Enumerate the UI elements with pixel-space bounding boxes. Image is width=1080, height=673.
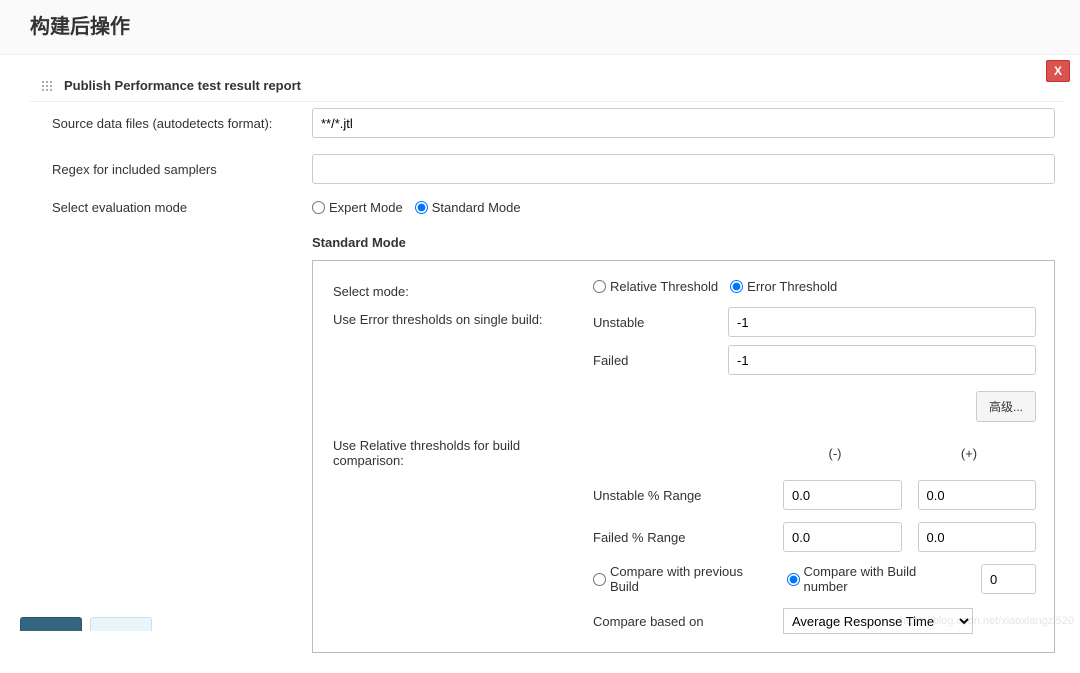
footer-tabs [20,617,152,631]
failed-range-row: Failed % Range [333,522,1036,552]
regex-row: Regex for included samplers [52,154,1055,184]
standard-mode-panel: Select mode: Relative Threshold Error Th… [312,260,1055,653]
error-threshold-label: Error Threshold [747,279,837,294]
section-title: Publish Performance test result report [64,78,301,93]
error-thresholds-row: Use Error thresholds on single build: Un… [333,307,1036,383]
error-thresholds-label: Use Error thresholds on single build: [333,307,593,327]
regex-label: Regex for included samplers [52,162,312,177]
standard-mode-radio[interactable] [415,201,428,214]
unstable-range-plus-input[interactable] [918,480,1037,510]
error-threshold-radio-item[interactable]: Error Threshold [730,279,837,294]
page-title: 构建后操作 [30,10,1050,39]
form-body: Source data files (autodetects format): … [30,102,1065,653]
eval-mode-label: Select evaluation mode [52,200,312,215]
unstable-label: Unstable [593,315,728,330]
compare-previous-radio-item[interactable]: Compare with previous Build [593,564,775,594]
unstable-range-row: Unstable % Range [333,480,1036,510]
compare-based-row: Compare based on Average Response Time [333,608,1036,634]
standard-mode-radio-item[interactable]: Standard Mode [415,200,521,215]
compare-number-input[interactable] [981,564,1036,594]
footer-tab-secondary[interactable] [90,617,152,631]
unstable-range-label: Unstable % Range [593,488,783,503]
expert-mode-radio[interactable] [312,201,325,214]
compare-based-select[interactable]: Average Response Time [783,608,973,634]
footer-tab-primary[interactable] [20,617,82,631]
plus-header: (+) [902,446,1036,461]
section-header: Publish Performance test result report [30,70,1065,102]
compare-based-label: Compare based on [593,614,783,629]
standard-mode-label: Standard Mode [432,200,521,215]
source-files-label: Source data files (autodetects format): [52,116,312,131]
unstable-threshold-row: Unstable [593,307,1036,337]
failed-threshold-row: Failed [593,345,1036,375]
page-header: 构建后操作 [0,0,1080,55]
compare-number-radio[interactable] [787,573,800,586]
relative-thresholds-label: Use Relative thresholds for build compar… [333,438,593,468]
compare-number-radio-item[interactable]: Compare with Build number [787,564,963,594]
unstable-range-minus-input[interactable] [783,480,902,510]
select-mode-row: Select mode: Relative Threshold Error Th… [333,279,1036,299]
failed-range-plus-input[interactable] [918,522,1037,552]
compare-number-label: Compare with Build number [804,564,963,594]
failed-input[interactable] [728,345,1036,375]
advanced-button[interactable]: 高级... [976,391,1036,422]
relative-threshold-radio[interactable] [593,280,606,293]
source-files-row: Source data files (autodetects format): [52,108,1055,138]
regex-input[interactable] [312,154,1055,184]
close-button[interactable]: X [1046,60,1070,82]
failed-range-minus-input[interactable] [783,522,902,552]
compare-previous-label: Compare with previous Build [610,564,775,594]
eval-mode-row: Select evaluation mode Expert Mode Stand… [52,200,1055,215]
expert-mode-radio-item[interactable]: Expert Mode [312,200,403,215]
relative-threshold-radio-item[interactable]: Relative Threshold [593,279,718,294]
source-files-input[interactable] [312,108,1055,138]
compare-previous-radio[interactable] [593,573,606,586]
advanced-row: 高级... [333,391,1036,422]
minus-header: (-) [768,446,902,461]
error-threshold-radio[interactable] [730,280,743,293]
relative-header-row: Use Relative thresholds for build compar… [333,438,1036,468]
publish-performance-section: X Publish Performance test result report… [30,70,1065,673]
relative-threshold-label: Relative Threshold [610,279,718,294]
select-mode-label: Select mode: [333,279,593,299]
compare-row: Compare with previous Build Compare with… [333,564,1036,594]
expert-mode-label: Expert Mode [329,200,403,215]
failed-label: Failed [593,353,728,368]
failed-range-label: Failed % Range [593,530,783,545]
drag-handle-icon[interactable] [40,79,54,93]
unstable-input[interactable] [728,307,1036,337]
standard-mode-heading: Standard Mode [312,235,1055,250]
